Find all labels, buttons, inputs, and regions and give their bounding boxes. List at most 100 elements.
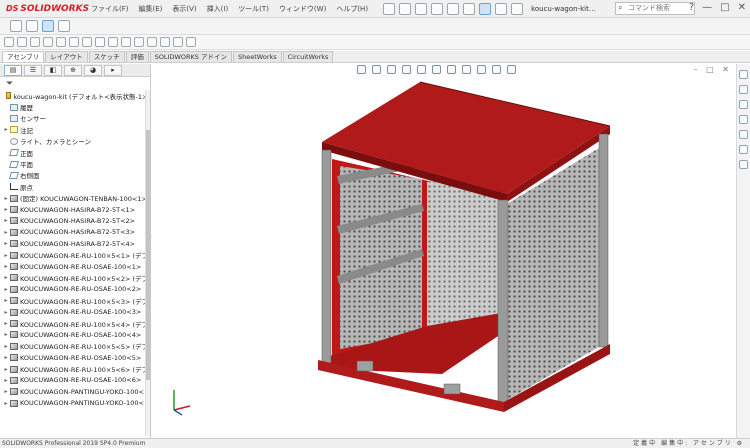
expand-arrow-icon[interactable]: ▸ bbox=[2, 400, 10, 407]
expand-arrow-icon[interactable]: ▸ bbox=[2, 377, 10, 384]
more-tabs-icon[interactable]: ▸ bbox=[104, 64, 122, 76]
expand-arrow-icon[interactable]: ▸ bbox=[2, 217, 10, 224]
design-library-icon[interactable] bbox=[739, 85, 748, 94]
expand-arrow-icon[interactable]: ▸ bbox=[2, 331, 10, 338]
camera-icon[interactable] bbox=[186, 37, 196, 47]
linear-pattern-icon[interactable] bbox=[17, 37, 27, 47]
tab-assembly[interactable]: アセンブリ bbox=[2, 51, 45, 62]
tree-item[interactable]: ▸ KOUCUWAGON-RE-RU-OSAE-100<6> bbox=[2, 375, 150, 386]
options-gear-icon[interactable] bbox=[511, 2, 524, 15]
tree-item[interactable]: ▸ KOUCUWAGON-PANTINGU-YOKO-100< bbox=[2, 398, 150, 409]
exploded-view-icon[interactable] bbox=[121, 37, 131, 47]
expand-arrow-icon[interactable]: ▸ bbox=[2, 366, 10, 373]
expand-arrow-icon[interactable]: ▸ bbox=[2, 286, 10, 293]
displaymanager-tab-icon[interactable]: ◕ bbox=[84, 64, 102, 76]
select-arrow-icon[interactable] bbox=[479, 2, 492, 15]
tab-sketch[interactable]: スケッチ bbox=[88, 51, 125, 62]
solidworks-resources-icon[interactable] bbox=[739, 70, 748, 79]
expand-arrow-icon[interactable]: ▸ bbox=[2, 126, 10, 133]
tab-evaluate[interactable]: 評価 bbox=[125, 51, 149, 62]
instant3d-icon[interactable] bbox=[134, 37, 144, 47]
expand-arrow-icon[interactable]: ▸ bbox=[2, 206, 10, 213]
appearance-icon[interactable] bbox=[58, 20, 70, 32]
custom-properties-icon[interactable] bbox=[739, 145, 748, 154]
expand-arrow-icon[interactable]: ▸ bbox=[2, 354, 10, 361]
tree-item[interactable]: ▸ (固定) KOUCUWAGON-TENBAN-100<1> bbox=[2, 193, 150, 204]
tree-item[interactable]: ▸ KOUCUWAGON-HASIRA-B72-5T<3> bbox=[2, 227, 150, 238]
save-icon[interactable] bbox=[431, 2, 444, 15]
open-folder-icon[interactable] bbox=[415, 2, 428, 15]
mate-icon[interactable] bbox=[26, 20, 38, 32]
expand-arrow-icon[interactable]: ▸ bbox=[2, 229, 10, 236]
help-button[interactable]: ? bbox=[689, 2, 694, 13]
expand-arrow-icon[interactable]: ▸ bbox=[2, 388, 10, 395]
tree-item[interactable]: ▸ KOUCUWAGON-RE-RU-100×5<3> (デフ bbox=[2, 295, 150, 306]
new-document-icon[interactable] bbox=[399, 2, 412, 15]
tree-item[interactable]: koucu-wagon-kit (デフォルト<表示状態-1>) bbox=[2, 90, 150, 101]
update-speedpak-icon[interactable] bbox=[147, 37, 157, 47]
menu-edit[interactable]: 編集(E) bbox=[134, 4, 168, 14]
take-snapshot-icon[interactable] bbox=[160, 37, 170, 47]
tree-item[interactable]: ▸ KOUCUWAGON-RE-RU-100×5<5> (デフ bbox=[2, 341, 150, 352]
tree-item[interactable]: ▸ KOUCUWAGON-HASIRA-B72-5T<4> bbox=[2, 238, 150, 249]
tree-item[interactable]: ▸ KOUCUWAGON-RE-RU-100×5<4> (デフ bbox=[2, 318, 150, 329]
smart-fastener-icon[interactable] bbox=[30, 37, 40, 47]
tree-item[interactable]: 平面 bbox=[2, 158, 150, 169]
large-assembly-icon[interactable] bbox=[173, 37, 183, 47]
tree-item[interactable]: 正面 bbox=[2, 147, 150, 158]
tree-item[interactable]: ▸ KOUCUWAGON-RE-RU-OSAE-100<5> bbox=[2, 352, 150, 363]
configurationmanager-tab-icon[interactable]: ◧ bbox=[44, 64, 62, 76]
tab-sheetworks[interactable]: SheetWorks bbox=[233, 51, 282, 62]
tree-item[interactable]: ▸ KOUCUWAGON-RE-RU-100×5<6> (デフ bbox=[2, 363, 150, 374]
edit-component-icon[interactable] bbox=[4, 37, 14, 47]
command-search-input[interactable]: コマンド検索 bbox=[615, 2, 696, 15]
view-palette-icon[interactable] bbox=[739, 115, 748, 124]
pin-icon[interactable] bbox=[383, 2, 396, 15]
expand-arrow-icon[interactable]: ▸ bbox=[2, 297, 10, 304]
expand-arrow-icon[interactable]: ▸ bbox=[2, 274, 10, 281]
menu-view[interactable]: 表示(V) bbox=[167, 4, 201, 14]
tree-item[interactable]: ▸ 注記 bbox=[2, 124, 150, 135]
expand-arrow-icon[interactable]: ▸ bbox=[2, 240, 10, 247]
menu-tools[interactable]: ツール(T) bbox=[233, 4, 274, 14]
print-icon[interactable] bbox=[447, 2, 460, 15]
select-tool-icon[interactable] bbox=[42, 20, 54, 32]
tree-item[interactable]: ライト、カメラとシーン bbox=[2, 136, 150, 147]
minimize-button[interactable]: — bbox=[702, 2, 712, 13]
expand-arrow-icon[interactable]: ▸ bbox=[2, 195, 10, 202]
scrollbar-thumb[interactable] bbox=[146, 130, 150, 380]
menu-window[interactable]: ウィンドウ(W) bbox=[274, 4, 331, 14]
reference-geometry-icon[interactable] bbox=[82, 37, 92, 47]
tree-item[interactable]: ▸ KOUCUWAGON-RE-RU-OSAE-100<4> bbox=[2, 329, 150, 340]
expand-arrow-icon[interactable]: ▸ bbox=[2, 343, 10, 350]
tree-item[interactable]: 原点 bbox=[2, 181, 150, 192]
expand-arrow-icon[interactable]: ▸ bbox=[2, 263, 10, 270]
tree-item[interactable]: センサー bbox=[2, 113, 150, 124]
wagon-3d-model[interactable] bbox=[152, 64, 736, 438]
close-button[interactable]: ✕ bbox=[738, 2, 746, 13]
tab-addins[interactable]: SOLIDWORKS アドイン bbox=[149, 51, 232, 62]
show-hidden-icon[interactable] bbox=[56, 37, 66, 47]
featuremanager-tab-icon[interactable]: ▤ bbox=[4, 64, 22, 76]
tree-item[interactable]: ▸ KOUCUWAGON-HASIRA-B72-5T<2> bbox=[2, 215, 150, 226]
propertymanager-tab-icon[interactable]: ☰ bbox=[24, 64, 42, 76]
tree-item[interactable]: 右側面 bbox=[2, 170, 150, 181]
dimxpert-tab-icon[interactable]: ⊕ bbox=[64, 64, 82, 76]
bill-of-materials-icon[interactable] bbox=[108, 37, 118, 47]
tree-item[interactable]: ▸ KOUCUWAGON-RE-RU-OSAE-100<2> bbox=[2, 284, 150, 295]
menu-help[interactable]: ヘルプ(H) bbox=[331, 4, 373, 14]
solidworks-logo[interactable]: DS SOLIDWORKS bbox=[0, 4, 89, 14]
forum-icon[interactable] bbox=[739, 160, 748, 169]
menu-insert[interactable]: 挿入(I) bbox=[202, 4, 234, 14]
tree-item[interactable]: ▸ KOUCUWAGON-HASIRA-B72-5T<1> bbox=[2, 204, 150, 215]
menu-file[interactable]: ファイル(F) bbox=[86, 4, 134, 14]
assembly-features-icon[interactable] bbox=[69, 37, 79, 47]
insert-component-icon[interactable] bbox=[10, 20, 22, 32]
filter-icon[interactable]: ⏷ bbox=[0, 77, 150, 90]
expand-arrow-icon[interactable]: ▸ bbox=[2, 320, 10, 327]
tab-circuitworks[interactable]: CircuitWorks bbox=[282, 51, 334, 62]
expand-arrow-icon[interactable]: ▸ bbox=[2, 252, 10, 259]
tree-item[interactable]: ▸ KOUCUWAGON-PANTINGU-YOKO-100< bbox=[2, 386, 150, 397]
feature-tree-scrollbar[interactable] bbox=[145, 90, 150, 436]
move-component-icon[interactable] bbox=[43, 37, 53, 47]
